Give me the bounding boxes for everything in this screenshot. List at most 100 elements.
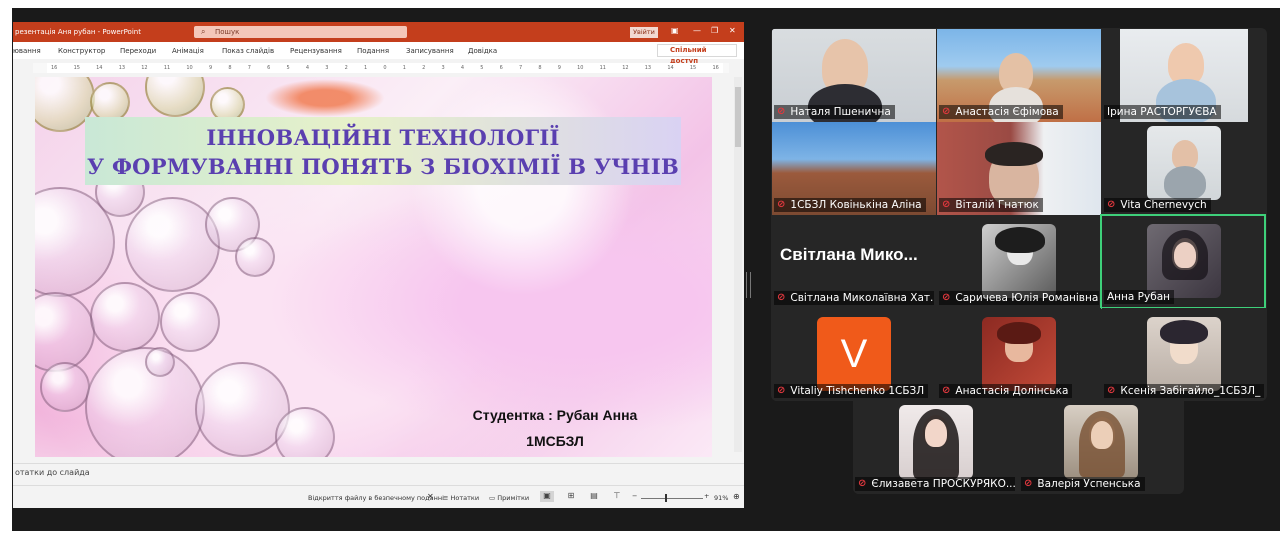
slide-canvas[interactable]: ІННОВАЦІЙНІ ТЕХНОЛОГІЇ У ФОРМУВАННІ ПОНЯ…: [35, 77, 712, 457]
comments-button-label: Примітки: [497, 494, 530, 502]
zoom-slider[interactable]: [641, 498, 703, 499]
participant-tile[interactable]: V ⊘ Vitaliy Tishchenko 1СБЗЛ: [772, 308, 936, 401]
tab-view[interactable]: Подання: [357, 47, 389, 55]
participant-face: [925, 419, 947, 447]
ruler-tick-label: 13: [118, 65, 126, 71]
ruler-tick-label: 14: [96, 65, 103, 71]
tab-design[interactable]: Конструктор: [58, 47, 105, 55]
ruler-tick-label: 4: [460, 65, 464, 71]
reading-view-icon[interactable]: ▤: [587, 491, 601, 502]
tab-review[interactable]: Рецензування: [290, 47, 342, 55]
tab-animations[interactable]: Анімація: [172, 47, 204, 55]
bubble-decoration: [275, 407, 335, 457]
participant-tile[interactable]: Світлана Мико... ⊘ Світлана Миколаївна Ха…: [772, 215, 936, 308]
scrollbar-thumb[interactable]: [735, 87, 741, 147]
notes-button[interactable]: ≡ Нотатки: [443, 494, 479, 502]
close-icon[interactable]: ✕: [427, 492, 434, 501]
ruler-tick-label: 2: [422, 65, 426, 71]
bubble-decoration: [35, 292, 95, 372]
ruler-tick-label: 8: [538, 65, 542, 71]
zoom-level[interactable]: 91%: [714, 494, 728, 502]
bubble-decoration: [40, 362, 90, 412]
ruler-tick-label: 10: [577, 65, 584, 71]
normal-view-icon[interactable]: ▣: [540, 491, 554, 502]
participant-tile[interactable]: ⊘ Наталя Пшенична: [772, 29, 936, 122]
powerpoint-window: резентація Аня рубан - PowerPoint ⌕ Пошу…: [13, 22, 744, 508]
slide-subtitle[interactable]: Студентка : Рубан Анна 1МСБЗЛ: [415, 402, 695, 454]
participant-tile[interactable]: ⊘ Vita Chernevych: [1102, 122, 1266, 215]
tab-recording[interactable]: Записування: [406, 47, 454, 55]
tab-slideshow[interactable]: Показ слайдів: [222, 47, 274, 55]
ruler-tick-label: 15: [689, 65, 697, 71]
participant-name: Vitaliy Tishchenko 1СБЗЛ: [790, 385, 925, 397]
participant-name-bar: ⊘ Анастасія Єфімова: [939, 105, 1063, 119]
slide-decoration: [265, 79, 385, 117]
participant-hair: [985, 142, 1043, 166]
ruler-tick-label: 3: [325, 65, 329, 71]
sign-in-button[interactable]: Увійти: [630, 27, 658, 38]
ruler-tick-label: 4: [305, 65, 309, 71]
ruler-tick-label: 13: [644, 65, 652, 71]
tab-help[interactable]: Довідка: [468, 47, 497, 55]
participant-tile[interactable]: ⊘ Ксенія Забігайло_1СБЗЛ_: [1102, 308, 1266, 401]
ruler-tick-label: 11: [599, 65, 606, 71]
ruler-tick-label: 5: [286, 65, 290, 71]
participant-tile[interactable]: ⊘ Віталій Гнатюк: [937, 122, 1101, 215]
participant-name-bar: Ірина РАСТОРГУЄВА: [1104, 105, 1221, 119]
participant-tile[interactable]: Ірина РАСТОРГУЄВА: [1102, 29, 1266, 122]
search-box[interactable]: ⌕ Пошук: [194, 26, 407, 38]
zoom-out-button[interactable]: −: [632, 492, 637, 500]
tab-transitions[interactable]: Переходи: [120, 47, 156, 55]
zoom-in-button[interactable]: +: [704, 492, 709, 500]
bubble-decoration: [125, 197, 220, 292]
student-name: Студентка : Рубан Анна: [472, 407, 638, 423]
title-bar: резентація Аня рубан - PowerPoint ⌕ Пошу…: [13, 22, 744, 42]
muted-mic-icon: ⊘: [942, 106, 951, 117]
muted-mic-icon: ⊘: [1107, 385, 1116, 396]
participant-name-bar: ⊘ Vita Chernevych: [1104, 198, 1211, 212]
close-icon[interactable]: ✕: [729, 26, 736, 35]
participant-tile[interactable]: ⊘ Єлизавета ПРОСКУРЯКО...: [853, 401, 1017, 494]
participant-tile[interactable]: ⊘ Анастасія Єфімова: [937, 29, 1101, 122]
ruler-tick-label: 12: [141, 65, 148, 71]
fit-to-window-icon[interactable]: ⊕: [733, 492, 740, 501]
participant-avatar-letter: V: [817, 317, 891, 391]
share-button[interactable]: Спільний доступ: [657, 44, 737, 65]
search-icon: ⌕: [201, 27, 206, 36]
restore-icon[interactable]: ❐: [711, 26, 718, 35]
minimize-icon[interactable]: —: [693, 26, 701, 35]
zoom-slider-thumb[interactable]: [665, 494, 667, 502]
participant-name: Vita Chernevych: [1120, 199, 1207, 211]
video-gallery: ⊘ Наталя Пшенична ⊘ Анастасія Єфімова Ірин…: [771, 28, 1267, 401]
muted-mic-icon: ⊘: [1107, 199, 1116, 210]
slide-sorter-icon[interactable]: ⊞: [564, 491, 578, 502]
student-group: 1МСБЗЛ: [526, 433, 584, 449]
split-divider-handle[interactable]: [746, 272, 751, 298]
participant-face: [1091, 421, 1113, 449]
slide-title[interactable]: ІННОВАЦІЙНІ ТЕХНОЛОГІЇ У ФОРМУВАННІ ПОНЯ…: [85, 123, 681, 181]
participant-name-bar: ⊘ 1СБЗЛ Ковінькіна Аліна: [774, 198, 926, 212]
ribbon-display-icon[interactable]: ▣: [671, 26, 679, 35]
participant-tile[interactable]: ⊘ 1СБЗЛ Ковінькіна Аліна: [772, 122, 936, 215]
window-title: резентація Аня рубан - PowerPoint: [15, 28, 141, 36]
participant-tile[interactable]: ⊘ Валерія Успенська: [1019, 401, 1183, 494]
muted-mic-icon: ⊘: [777, 106, 786, 117]
notes-pane[interactable]: отатки до слайда: [13, 463, 744, 480]
slide-title-line1: ІННОВАЦІЙНІ ТЕХНОЛОГІЇ: [206, 125, 560, 150]
notes-button-label: Нотатки: [450, 494, 480, 502]
participant-name: 1СБЗЛ Ковінькіна Аліна: [790, 199, 922, 211]
bubble-decoration: [145, 347, 175, 377]
participant-body: [1164, 166, 1206, 200]
comments-button[interactable]: ▭ Примітки: [489, 494, 529, 502]
slideshow-icon[interactable]: ⊤: [610, 491, 624, 502]
participant-tile[interactable]: ⊘ Саричева Юлія Романівна: [937, 215, 1101, 308]
participant-tile[interactable]: ⊘ Анастасія Долінська: [937, 308, 1101, 401]
participant-name: Ірина РАСТОРГУЄВА: [1107, 106, 1217, 118]
vertical-scrollbar[interactable]: [734, 77, 742, 452]
participant-tile-active[interactable]: Анна Рубан: [1100, 214, 1266, 309]
tab-review-partial[interactable]: ювання: [13, 47, 41, 55]
muted-mic-icon: ⊘: [777, 199, 786, 210]
participant-name: Ксенія Забігайло_1СБЗЛ_: [1120, 385, 1261, 397]
ruler-tick-label: 12: [622, 65, 629, 71]
participant-name: Світлана Миколаївна Хат...: [790, 292, 934, 304]
